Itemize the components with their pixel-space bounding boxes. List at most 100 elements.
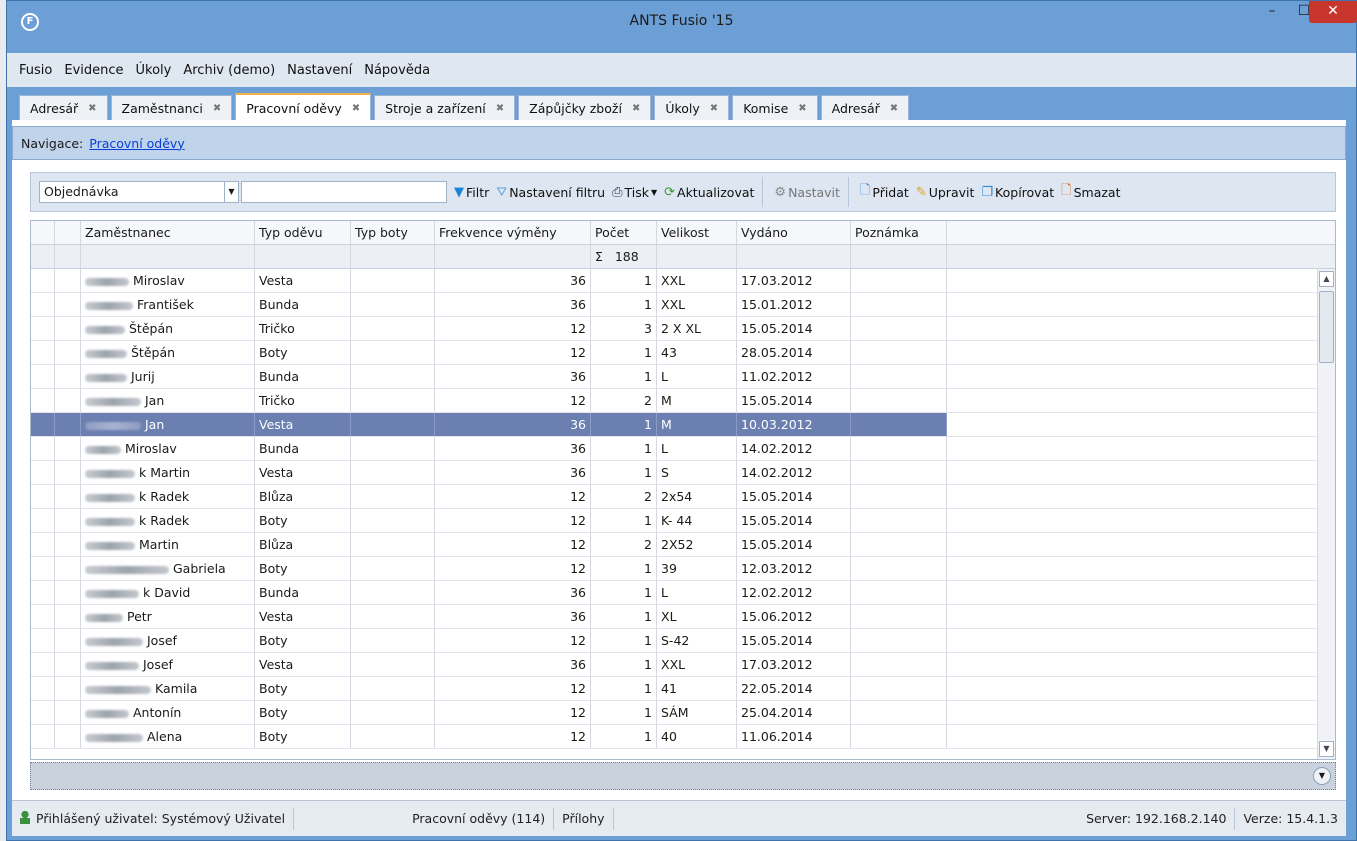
cell-emp[interactable]: Jan bbox=[81, 413, 255, 436]
cell-vel[interactable]: XXL bbox=[657, 293, 737, 316]
search-input[interactable] bbox=[241, 181, 447, 203]
row-indicator[interactable] bbox=[31, 317, 55, 340]
row-indicator[interactable] bbox=[55, 413, 81, 436]
cell-emp[interactable]: Jurij bbox=[81, 365, 255, 388]
row-indicator[interactable] bbox=[55, 437, 81, 460]
cell-boty[interactable] bbox=[351, 725, 435, 748]
cell-vyd[interactable]: 14.02.2012 bbox=[737, 461, 851, 484]
cell-vel[interactable]: M bbox=[657, 413, 737, 436]
cell-pozn[interactable] bbox=[851, 509, 947, 532]
row-indicator[interactable] bbox=[55, 557, 81, 580]
scroll-thumb[interactable] bbox=[1319, 291, 1334, 363]
cell-vyd[interactable]: 17.03.2012 bbox=[737, 269, 851, 292]
cell-frek[interactable]: 12 bbox=[435, 701, 591, 724]
cell-pocet[interactable]: 1 bbox=[591, 461, 657, 484]
cell-pocet[interactable]: 1 bbox=[591, 269, 657, 292]
cell-typ[interactable]: Boty bbox=[255, 341, 351, 364]
cell-emp[interactable]: k Radek bbox=[81, 485, 255, 508]
cell-boty[interactable] bbox=[351, 677, 435, 700]
edit-button[interactable]: ✎ Upravit bbox=[916, 185, 975, 200]
delete-button[interactable]: 🗋 Smazat bbox=[1061, 181, 1120, 203]
cell-vyd[interactable]: 15.05.2014 bbox=[737, 533, 851, 556]
filter-button[interactable]: ▼ Filtr bbox=[454, 185, 489, 200]
row-indicator[interactable] bbox=[55, 269, 81, 292]
column-header-employee[interactable]: Zaměstnanec bbox=[81, 221, 255, 244]
cell-boty[interactable] bbox=[351, 581, 435, 604]
group-panel[interactable]: ▼ bbox=[30, 762, 1336, 790]
cell-emp[interactable]: Antonín bbox=[81, 701, 255, 724]
row-indicator[interactable] bbox=[31, 293, 55, 316]
cell-typ[interactable]: Vesta bbox=[255, 653, 351, 676]
column-header-frequency[interactable]: Frekvence výměny bbox=[435, 221, 591, 244]
cell-frek[interactable]: 36 bbox=[435, 269, 591, 292]
menu-evidence[interactable]: Evidence bbox=[58, 63, 129, 78]
row-indicator[interactable] bbox=[55, 485, 81, 508]
table-row[interactable]: Jan Vesta 36 1 M 10.03.2012 bbox=[31, 413, 1335, 437]
minimize-button[interactable]: – bbox=[1257, 1, 1287, 23]
row-indicator[interactable] bbox=[55, 341, 81, 364]
cell-boty[interactable] bbox=[351, 701, 435, 724]
cell-frek[interactable]: 12 bbox=[435, 485, 591, 508]
column-header-issued[interactable]: Vydáno bbox=[737, 221, 851, 244]
cell-boty[interactable] bbox=[351, 629, 435, 652]
close-icon[interactable]: ✖ bbox=[798, 103, 806, 114]
scroll-up-icon[interactable]: ▲ bbox=[1319, 271, 1334, 287]
cell-vyd[interactable]: 10.03.2012 bbox=[737, 413, 851, 436]
column-header-size[interactable]: Velikost bbox=[657, 221, 737, 244]
scroll-down-icon[interactable]: ▼ bbox=[1319, 741, 1334, 757]
row-indicator[interactable] bbox=[31, 701, 55, 724]
row-indicator[interactable] bbox=[55, 701, 81, 724]
cell-frek[interactable]: 12 bbox=[435, 389, 591, 412]
vertical-scrollbar[interactable]: ▲ ▼ bbox=[1317, 269, 1335, 759]
tab-7[interactable]: Adresář ✖ bbox=[820, 95, 910, 121]
cell-pocet[interactable]: 1 bbox=[591, 413, 657, 436]
tab-5[interactable]: Úkoly ✖ bbox=[654, 95, 730, 121]
cell-pozn[interactable] bbox=[851, 437, 947, 460]
column-header-count[interactable]: Počet bbox=[591, 221, 657, 244]
row-indicator[interactable] bbox=[55, 581, 81, 604]
column-header-clothing-type[interactable]: Typ oděvu bbox=[255, 221, 351, 244]
cell-vyd[interactable]: 15.01.2012 bbox=[737, 293, 851, 316]
filter-settings-button[interactable]: ⛛ Nastavení filtru bbox=[496, 185, 605, 200]
cell-pozn[interactable] bbox=[851, 389, 947, 412]
row-indicator[interactable] bbox=[55, 605, 81, 628]
row-indicator[interactable] bbox=[55, 629, 81, 652]
table-row[interactable]: k Radek Blůza 12 2 2x54 15.05.2014 bbox=[31, 485, 1335, 509]
cell-emp[interactable]: k Martin bbox=[81, 461, 255, 484]
cell-vel[interactable]: L bbox=[657, 365, 737, 388]
column-header-note[interactable]: Poznámka bbox=[851, 221, 947, 244]
cell-pocet[interactable]: 1 bbox=[591, 605, 657, 628]
cell-boty[interactable] bbox=[351, 269, 435, 292]
cell-typ[interactable]: Boty bbox=[255, 677, 351, 700]
row-indicator[interactable] bbox=[31, 269, 55, 292]
tab-0[interactable]: Adresář ✖ bbox=[19, 95, 108, 121]
cell-pocet[interactable]: 3 bbox=[591, 317, 657, 340]
cell-vel[interactable]: XXL bbox=[657, 653, 737, 676]
row-indicator[interactable] bbox=[31, 341, 55, 364]
row-indicator[interactable] bbox=[55, 389, 81, 412]
cell-frek[interactable]: 36 bbox=[435, 293, 591, 316]
close-icon[interactable]: ✖ bbox=[632, 103, 640, 114]
close-icon[interactable]: ✖ bbox=[88, 103, 96, 114]
close-icon[interactable]: ✖ bbox=[213, 103, 221, 114]
cell-frek[interactable]: 12 bbox=[435, 677, 591, 700]
row-indicator[interactable] bbox=[31, 533, 55, 556]
cell-vel[interactable]: SÁM bbox=[657, 701, 737, 724]
cell-boty[interactable] bbox=[351, 389, 435, 412]
tab-1[interactable]: Zaměstnanci ✖ bbox=[110, 95, 233, 121]
menu-nastaveni[interactable]: Nastavení bbox=[281, 63, 358, 78]
cell-vel[interactable]: M bbox=[657, 389, 737, 412]
navigation-link[interactable]: Pracovní oděvy bbox=[89, 136, 184, 151]
close-icon[interactable]: ✖ bbox=[890, 103, 898, 114]
cell-vyd[interactable]: 28.05.2014 bbox=[737, 341, 851, 364]
cell-pozn[interactable] bbox=[851, 413, 947, 436]
cell-boty[interactable] bbox=[351, 461, 435, 484]
row-indicator[interactable] bbox=[55, 533, 81, 556]
cell-vyd[interactable]: 12.03.2012 bbox=[737, 557, 851, 580]
cell-frek[interactable]: 36 bbox=[435, 605, 591, 628]
status-module[interactable]: Pracovní oděvy (114) bbox=[404, 807, 555, 830]
cell-pozn[interactable] bbox=[851, 605, 947, 628]
cell-pozn[interactable] bbox=[851, 629, 947, 652]
table-row[interactable]: Kamila Boty 12 1 41 22.05.2014 bbox=[31, 677, 1335, 701]
menu-ukoly[interactable]: Úkoly bbox=[130, 63, 178, 78]
